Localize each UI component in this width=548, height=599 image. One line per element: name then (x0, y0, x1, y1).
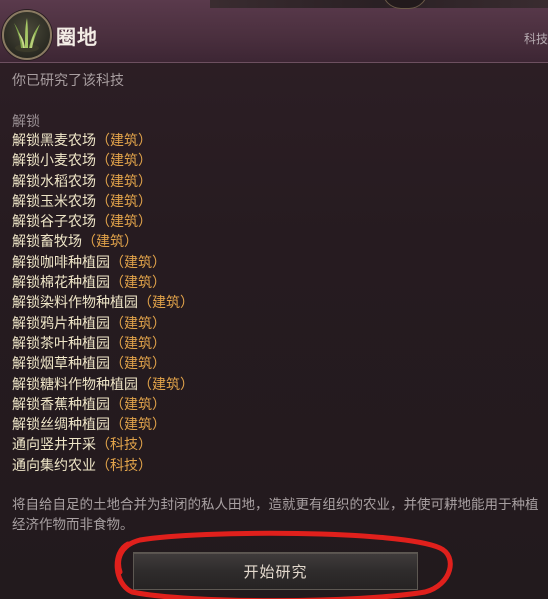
unlock-item-type[interactable]: （建筑） (110, 397, 166, 413)
unlock-item-type[interactable]: （建筑） (138, 377, 194, 393)
unlock-item: 解锁烟草种植园（建筑） (12, 354, 194, 374)
unlock-item-label: 解锁小麦农场 (12, 153, 96, 170)
unlock-item: 解锁小麦农场（建筑） (12, 151, 194, 171)
unlock-item-type[interactable]: （建筑） (110, 356, 166, 372)
unlock-item: 解锁畜牧场（建筑） (12, 232, 194, 252)
unlock-item: 通向竖井开采（科技） (12, 435, 194, 455)
grass-tuft-icon-graphic (14, 18, 40, 52)
tech-description: 将自给自足的土地合并为封闭的私人田地，造就更有组织的农业，并使可耕地能用于种植经… (12, 497, 539, 533)
unlock-item-label: 解锁黑麦农场 (12, 133, 96, 149)
unlock-item-label: 解锁咖啡种植园 (12, 254, 110, 271)
unlock-item: 解锁咖啡种植园（建筑） (12, 253, 194, 273)
unlock-item-type[interactable]: （科技） (96, 458, 152, 474)
unlock-item: 解锁棉花种植园（建筑） (12, 273, 194, 293)
unlock-item-label: 解锁畜牧场 (12, 234, 82, 251)
unlock-item-label: 解锁糖料作物种植园 (12, 376, 138, 393)
unlock-item-label: 通向竖井开采 (12, 437, 96, 454)
tech-tooltip-panel: 圈地 科技 你已研究了该科技 解锁 解锁黑麦农场（建筑） 解锁小麦农场（建筑） … (0, 0, 548, 599)
unlock-item-type[interactable]: （建筑） (138, 295, 194, 311)
unlock-item-type[interactable]: （建筑） (96, 214, 152, 230)
unlock-item: 解锁玉米农场（建筑） (12, 192, 194, 212)
unlock-item-type[interactable]: （建筑） (110, 316, 166, 332)
unlock-item-type[interactable]: （建筑） (110, 255, 166, 271)
unlock-item-label: 解锁茶叶种植园 (12, 335, 110, 352)
unlock-item: 解锁香蕉种植园（建筑） (12, 395, 194, 415)
unlock-item: 解锁染料作物种植园（建筑） (12, 293, 194, 313)
unlock-item-label: 解锁水稻农场 (12, 173, 96, 190)
unlock-item: 通向集约农业（科技） (12, 456, 194, 476)
unlock-item-label: 解锁鸦片种植园 (12, 315, 110, 332)
unlock-item: 解锁茶叶种植园（建筑） (12, 334, 194, 354)
unlock-item-label: 解锁丝绸种植园 (12, 417, 110, 434)
unlock-item-type[interactable]: （建筑） (96, 153, 152, 169)
unlocks-heading: 解锁 (12, 114, 40, 130)
unlock-item-type[interactable]: （科技） (96, 437, 152, 453)
unlocks-list: 解锁黑麦农场（建筑） 解锁小麦农场（建筑） 解锁水稻农场（建筑） 解锁玉米农场（… (12, 131, 194, 476)
unlock-item-type[interactable]: （建筑） (82, 234, 138, 250)
unlock-item-label: 解锁染料作物种植园 (12, 295, 138, 312)
unlock-item-type[interactable]: （建筑） (96, 194, 152, 210)
unlock-item: 解锁水稻农场（建筑） (12, 172, 194, 192)
unlock-item-type[interactable]: （建筑） (110, 336, 166, 352)
unlock-item-type[interactable]: （建筑） (110, 275, 166, 291)
unlock-item-type[interactable]: （建筑） (96, 133, 152, 149)
unlock-item-label: 解锁烟草种植园 (12, 356, 110, 373)
unlock-item: 解锁糖料作物种植园（建筑） (12, 375, 194, 395)
unlock-item-type[interactable]: （建筑） (110, 417, 166, 433)
grass-tuft-icon (2, 10, 52, 60)
unlock-item-label: 解锁香蕉种植园 (12, 396, 110, 413)
top-frame-decoration (210, 0, 548, 8)
research-status: 你已研究了该科技 (12, 73, 124, 89)
unlock-item: 解锁黑麦农场（建筑） (12, 131, 194, 151)
unlock-item-label: 解锁棉花种植园 (12, 275, 110, 292)
category-label: 科技 (523, 32, 548, 46)
unlock-item-label: 解锁玉米农场 (12, 193, 96, 210)
unlock-item: 解锁谷子农场（建筑） (12, 212, 194, 232)
start-research-button[interactable]: 开始研究 (133, 552, 418, 590)
unlock-item-label: 通向集约农业 (12, 457, 96, 474)
unlock-item-label: 解锁谷子农场 (12, 214, 96, 231)
tech-title: 圈地 (56, 25, 98, 49)
unlock-item: 解锁丝绸种植园（建筑） (12, 415, 194, 435)
unlock-item-type[interactable]: （建筑） (96, 174, 152, 190)
unlock-item: 解锁鸦片种植园（建筑） (12, 314, 194, 334)
